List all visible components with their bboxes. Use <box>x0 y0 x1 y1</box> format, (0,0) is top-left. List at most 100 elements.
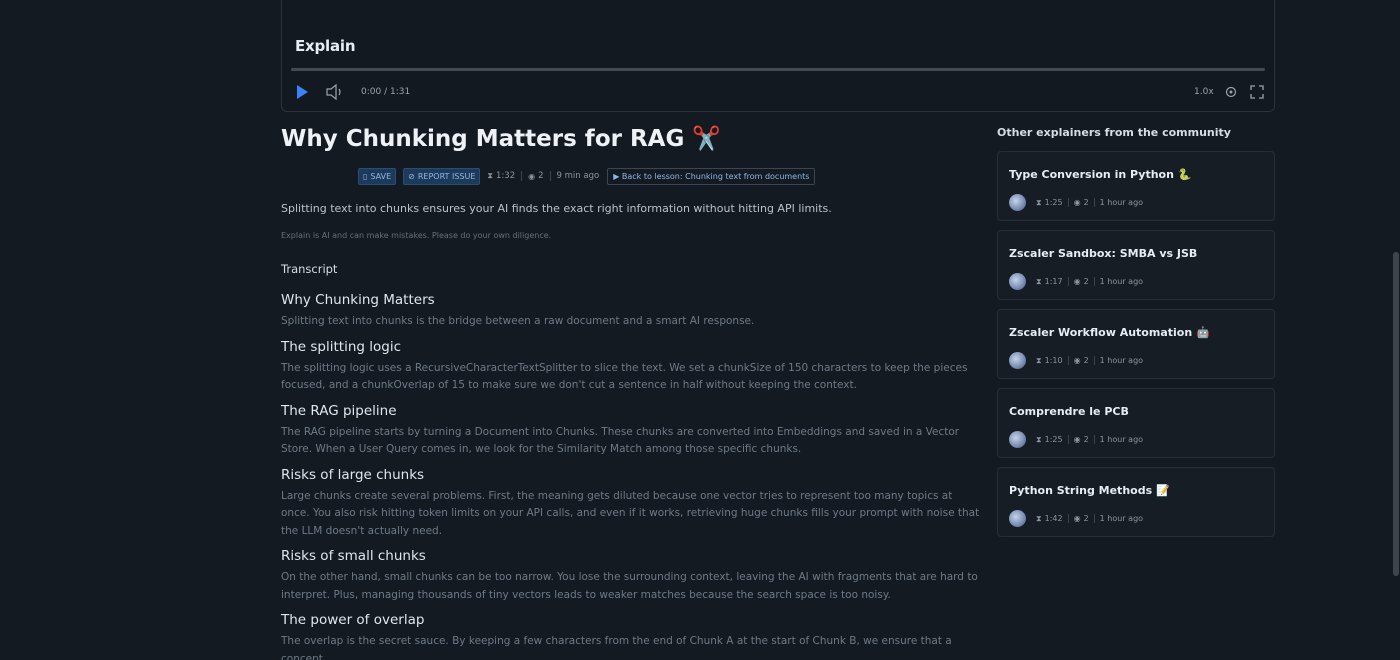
card-meta: ⧗ 1:25 ◉ 2 1 hour ago <box>1009 194 1263 211</box>
views-stat: ◉ 2 <box>1074 198 1089 207</box>
divider <box>549 171 551 181</box>
divider <box>1093 356 1095 365</box>
views-value: 2 <box>1083 277 1089 286</box>
duration-stat: ⧗ 1:10 <box>1036 356 1063 366</box>
explainer-card[interactable]: Type Conversion in Python 🐍 ⧗ 1:25 ◉ 2 1 h… <box>997 151 1275 221</box>
section-body: Splitting text into chunks is the bridge… <box>281 315 755 327</box>
card-meta: ⧗ 1:42 ◉ 2 1 hour ago <box>1009 510 1263 527</box>
back-to-lesson-link[interactable]: ▶ Back to lesson: Chunking text from doc… <box>607 167 816 185</box>
warning-icon: ⊘ <box>408 171 415 181</box>
divider <box>1067 277 1069 286</box>
divider <box>1067 435 1069 444</box>
views-stat: ◉ 2 <box>1074 435 1089 444</box>
avatar <box>1009 431 1026 448</box>
card-title: Zscaler Workflow Automation 🤖 <box>1009 326 1210 339</box>
report-issue-button[interactable]: ⊘ REPORT ISSUE <box>403 167 481 185</box>
divider <box>1067 514 1069 523</box>
explainer-meta: ▯ SAVE ⊘ REPORT ISSUE ⧗ 1:32 ◉ 2 9 min ago ▶… <box>358 167 816 185</box>
card-meta: ⧗ 1:10 ◉ 2 1 hour ago <box>1009 352 1263 369</box>
duration-value: 1:25 <box>1044 198 1063 207</box>
section-heading: The RAG pipeline <box>281 402 397 419</box>
player-controls: 0:00 / 1:31 1.0x <box>282 82 1274 102</box>
transcript-section: Why Chunking Matters Splitting text into… <box>281 290 981 331</box>
report-label: REPORT ISSUE <box>417 171 476 181</box>
ai-disclaimer: Explain is AI and can make mistakes. Ple… <box>281 231 552 240</box>
volume-icon[interactable] <box>325 84 345 100</box>
page-scrollbar[interactable] <box>1392 0 1400 660</box>
transcript-sections: Why Chunking Matters Splitting text into… <box>281 290 981 660</box>
section-body: On the other hand, small chunks can be t… <box>281 571 978 601</box>
posted-stat: 9 min ago <box>556 171 600 181</box>
divider <box>1093 277 1095 286</box>
views-value: 2 <box>1083 435 1089 444</box>
eye-icon: ◉ <box>1073 198 1081 207</box>
card-meta: ⧗ 1:17 ◉ 2 1 hour ago <box>1009 273 1263 290</box>
duration-stat: ⧗ 1:32 <box>487 171 515 181</box>
hourglass-icon: ⧗ <box>1036 513 1042 523</box>
divider <box>1093 198 1095 207</box>
transcript-section: Risks of large chunks Large chunks creat… <box>281 465 981 541</box>
hourglass-icon: ⧗ <box>1036 197 1042 207</box>
duration-stat: ⧗ 1:17 <box>1036 277 1063 287</box>
section-body: The overlap is the secret sauce. By keep… <box>281 635 952 660</box>
posted-stat: 1 hour ago <box>1099 356 1144 365</box>
explainer-card[interactable]: Zscaler Sandbox: SMBA vs JSB ⧗ 1:17 ◉ 2 1 … <box>997 230 1275 300</box>
scrollbar-thumb[interactable] <box>1393 252 1399 576</box>
progress-bar[interactable] <box>291 68 1265 71</box>
section-heading: Why Chunking Matters <box>281 292 435 308</box>
main-content: Why Chunking Matters for RAG ✂️ ▯ SAVE ⊘ R… <box>281 124 981 660</box>
views-stat: ◉ 2 <box>1074 356 1089 365</box>
views-stat: ◉ 2 <box>1074 514 1089 523</box>
avatar <box>1009 194 1026 211</box>
play-button[interactable] <box>297 85 308 99</box>
eye-icon: ◉ <box>1073 514 1081 523</box>
eye-icon: ◉ <box>1073 356 1081 365</box>
views-value: 2 <box>1083 356 1089 365</box>
section-body: The RAG pipeline starts by turning a Doc… <box>281 425 960 456</box>
card-title: Comprendre le PCB <box>1009 405 1129 418</box>
card-title: Type Conversion in Python 🐍 <box>1009 168 1192 181</box>
section-heading: The power of overlap <box>281 612 425 628</box>
divider <box>1093 435 1095 444</box>
avatar <box>1009 352 1026 369</box>
card-title: Python String Methods 📝 <box>1009 484 1170 497</box>
eye-icon: ◉ <box>528 171 536 181</box>
transcript-section: Risks of small chunks On the other hand,… <box>281 546 981 604</box>
section-heading: Risks of large chunks <box>281 466 425 483</box>
transcript-section: The RAG pipeline The RAG pipeline starts… <box>281 401 981 459</box>
eye-icon: ◉ <box>1073 435 1081 444</box>
explainer-card[interactable]: Python String Methods 📝 ⧗ 1:42 ◉ 2 1 hour … <box>997 467 1275 537</box>
section-heading: Risks of small chunks <box>281 548 426 564</box>
divider <box>1093 514 1095 523</box>
explainer-card[interactable]: Comprendre le PCB ⧗ 1:25 ◉ 2 1 hour ago <box>997 388 1275 458</box>
views-value: 2 <box>538 171 544 181</box>
views-stat: ◉ 2 <box>528 171 543 181</box>
duration-value: 1:32 <box>496 171 516 181</box>
posted-stat: 1 hour ago <box>1099 198 1144 207</box>
hourglass-icon: ⧗ <box>487 171 494 180</box>
transcript-heading: Transcript <box>281 262 338 276</box>
duration-value: 1:42 <box>1044 514 1063 523</box>
explainer-card[interactable]: Zscaler Workflow Automation 🤖 ⧗ 1:10 ◉ 2 1… <box>997 309 1275 379</box>
posted-stat: 1 hour ago <box>1099 514 1144 523</box>
community-sidebar: Other explainers from the community Type… <box>997 125 1275 546</box>
transcript-section: The splitting logic The splitting logic … <box>281 337 981 395</box>
duration-value: 1:17 <box>1044 277 1063 286</box>
save-label: SAVE <box>370 171 392 181</box>
duration-stat: ⧗ 1:25 <box>1036 435 1063 445</box>
avatar <box>1009 510 1026 527</box>
save-button[interactable]: ▯ SAVE <box>358 167 397 185</box>
hourglass-icon: ⧗ <box>1036 355 1042 365</box>
divider <box>521 171 523 181</box>
posted-stat: 1 hour ago <box>1099 435 1144 444</box>
section-body: Large chunks create several problems. Fi… <box>281 489 980 537</box>
settings-icon[interactable] <box>1224 85 1238 99</box>
card-title: Zscaler Sandbox: SMBA vs JSB <box>1009 247 1198 260</box>
section-body: The splitting logic uses a RecursiveChar… <box>281 361 968 392</box>
transcript-section: The power of overlap The overlap is the … <box>281 610 981 660</box>
playback-speed[interactable]: 1.0x <box>1194 87 1214 97</box>
summary-text: Splitting text into chunks ensures your … <box>281 202 832 215</box>
duration-value: 1:25 <box>1044 435 1063 444</box>
posted-stat: 1 hour ago <box>1099 277 1144 286</box>
fullscreen-icon[interactable] <box>1250 85 1264 99</box>
